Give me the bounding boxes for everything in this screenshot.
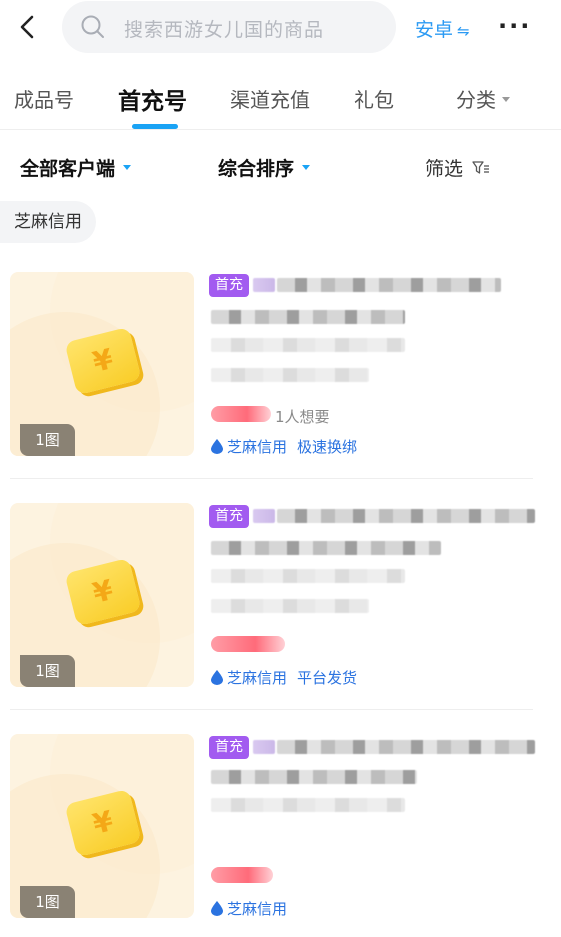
tag-credit: 芝麻信用 (227, 669, 288, 687)
funnel-icon (472, 161, 490, 174)
credit-filter-chip[interactable]: 芝麻信用 (0, 201, 96, 243)
first-recharge-badge: 首充 (209, 274, 249, 297)
redacted-price (211, 867, 273, 883)
tab-channel-recharge[interactable]: 渠道充值 (230, 84, 310, 113)
tab-first-recharge[interactable]: 首充号 (118, 82, 187, 116)
category-tabs: 成品号 首充号 渠道充值 礼包 分类 (0, 74, 561, 130)
water-drop-icon (211, 670, 223, 685)
filter-button[interactable]: 筛选 (425, 154, 490, 181)
tag-credit: 芝麻信用 (227, 438, 288, 456)
listing-card[interactable]: ¥ 1图 首充 1人想要 芝麻信用 极速换绑 (0, 272, 561, 484)
more-options-icon[interactable]: ··· (498, 12, 531, 40)
search-placeholder: 搜索西游女儿国的商品 (124, 19, 325, 41)
tab-category-dropdown[interactable]: 分类 (456, 84, 510, 113)
redacted-text (253, 509, 275, 523)
redacted-subtitle (211, 338, 405, 352)
swap-icon: ⇋ (457, 22, 470, 40)
redacted-subtitle (211, 368, 369, 382)
redacted-subtitle (211, 569, 405, 583)
redacted-title (277, 740, 535, 754)
tag-row: 芝麻信用 (211, 898, 287, 919)
top-bar: 搜索西游女儿国的商品 安卓 ⇋ ··· (0, 0, 561, 56)
redacted-subtitle (211, 798, 405, 812)
listing-thumbnail[interactable]: ¥ 1图 (10, 272, 194, 456)
wants-count: 1人想要 (275, 408, 330, 426)
tag-row: 芝麻信用 极速换绑 (211, 436, 357, 457)
search-input[interactable]: 搜索西游女儿国的商品 (62, 1, 396, 53)
sort-label: 综合排序 (218, 158, 295, 180)
water-drop-icon (211, 439, 223, 454)
divider (10, 478, 533, 479)
image-count-badge: 1图 (20, 424, 75, 456)
redacted-title (277, 509, 535, 523)
first-recharge-badge: 首充 (209, 505, 249, 528)
caret-down-icon (502, 97, 510, 102)
tab-category-label: 分类 (456, 88, 496, 112)
active-tab-indicator (132, 124, 178, 129)
caret-down-icon (123, 165, 132, 170)
client-filter-label: 全部客户端 (20, 158, 116, 180)
redacted-title (211, 770, 417, 784)
tab-gift-pack[interactable]: 礼包 (354, 84, 394, 113)
back-icon[interactable] (14, 13, 42, 41)
listing-card[interactable]: ¥ 1图 首充 芝麻信用 平台发货 (0, 503, 561, 715)
sort-dropdown[interactable]: 综合排序 (218, 154, 311, 181)
tab-finished-account[interactable]: 成品号 (14, 84, 74, 113)
filter-label: 筛选 (425, 158, 464, 180)
listing-thumbnail[interactable]: ¥ 1图 (10, 503, 194, 687)
tag-credit: 芝麻信用 (227, 900, 288, 918)
tag-fast-rebind: 极速换绑 (297, 438, 358, 456)
search-icon (81, 15, 104, 38)
platform-label: 安卓 (415, 19, 454, 41)
redacted-title (211, 310, 405, 324)
redacted-subtitle (211, 599, 369, 613)
redacted-text (253, 278, 275, 292)
tag-row: 芝麻信用 平台发货 (211, 667, 357, 688)
image-count-badge: 1图 (20, 655, 75, 687)
redacted-price (211, 406, 271, 422)
redacted-title (211, 541, 441, 555)
divider (10, 709, 533, 710)
first-recharge-badge: 首充 (209, 736, 249, 759)
filter-bar: 全部客户端 综合排序 筛选 (0, 140, 561, 192)
listing-thumbnail[interactable]: ¥ 1图 (10, 734, 194, 918)
water-drop-icon (211, 901, 223, 916)
image-count-badge: 1图 (20, 886, 75, 918)
listing-card[interactable]: ¥ 1图 首充 芝麻信用 (0, 734, 561, 937)
platform-switch-button[interactable]: 安卓 ⇋ (415, 15, 470, 42)
redacted-text (253, 740, 275, 754)
caret-down-icon (302, 165, 311, 170)
client-filter-dropdown[interactable]: 全部客户端 (20, 154, 132, 181)
redacted-price (211, 636, 285, 652)
tag-platform-delivery: 平台发货 (297, 669, 358, 687)
redacted-title (277, 278, 501, 292)
